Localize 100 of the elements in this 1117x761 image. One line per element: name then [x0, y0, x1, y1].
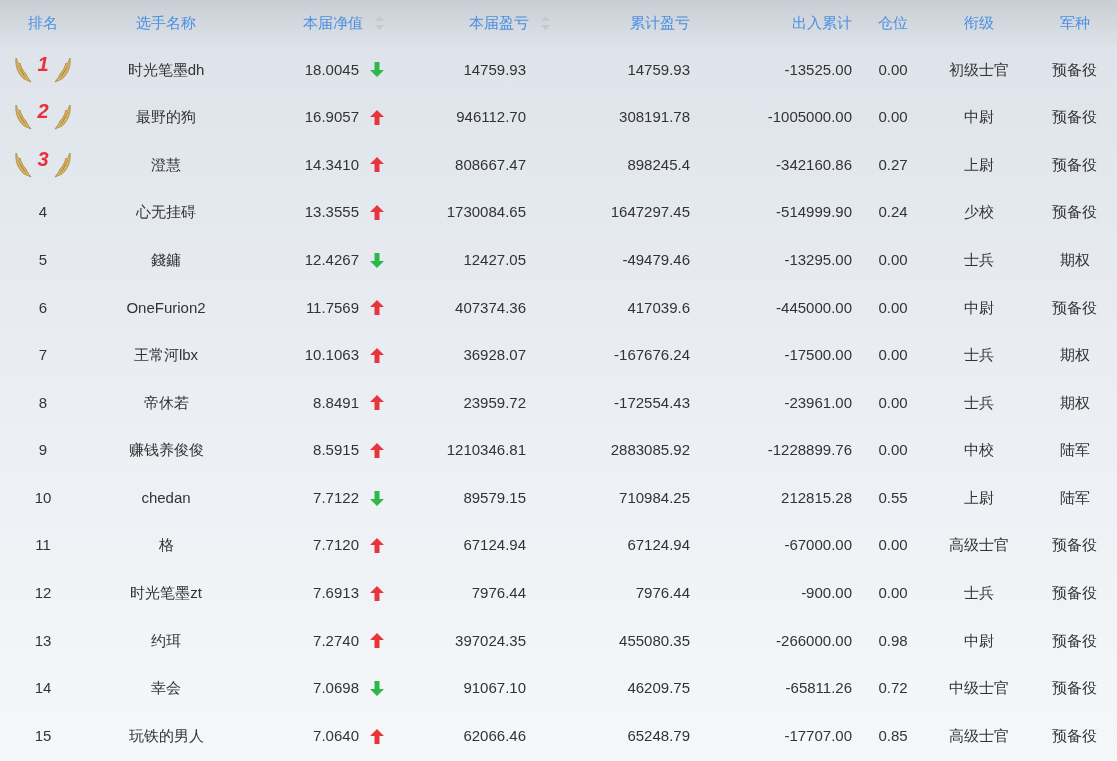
table-cell-text: 预备役 [1052, 297, 1097, 318]
table-cell-text: 0.00 [878, 583, 908, 604]
wing-icon [15, 56, 33, 83]
table-cell-text: 中尉 [964, 107, 994, 128]
table-cell-text: 期权 [1059, 392, 1090, 413]
table-cell-text: -445000.00 [776, 297, 852, 318]
table-cell-text: 预备役 [1052, 535, 1097, 556]
table-cell-text: 预备役 [1052, 154, 1097, 175]
rank-number: 7 [38, 345, 48, 366]
table-cell-text: 14759.93 [627, 59, 690, 80]
rank-number: 12 [34, 583, 52, 604]
table-cell-text: -167676.24 [614, 345, 690, 366]
net-value: 12.4267 [304, 249, 359, 270]
net-value: 8.8491 [313, 392, 359, 413]
table-cell-text: 中尉 [964, 630, 994, 651]
table-cell-text: 中尉 [964, 297, 994, 318]
net-value: 7.6913 [313, 583, 359, 604]
net-value: 13.3555 [304, 202, 359, 223]
rank-number: 3 [37, 147, 49, 172]
table-cell-text: -1228899.76 [767, 440, 852, 461]
net-value: 8.5915 [313, 440, 359, 461]
table-cell-text: 308191.78 [619, 107, 690, 128]
column-header[interactable]: 本届盈亏 [469, 11, 529, 35]
table-cell-text: -49479.46 [622, 249, 690, 270]
rank-number: 10 [34, 487, 52, 508]
table-cell-text: 0.85 [878, 725, 908, 746]
rank-number: 2 [37, 99, 49, 125]
column-header: 军种 [1059, 12, 1090, 33]
table-cell-text: -266000.00 [776, 630, 852, 651]
wing-icon [53, 104, 71, 131]
net-value: 7.0640 [313, 725, 359, 746]
table-cell-text: 417039.6 [627, 297, 690, 318]
net-value: 7.2740 [313, 630, 359, 651]
net-value: 7.7122 [313, 487, 359, 508]
table-cell-text: 0.00 [878, 392, 908, 413]
table-cell-text: -17500.00 [784, 345, 852, 366]
table-cell-text: 407374.36 [455, 297, 526, 318]
table-cell-text: 808667.47 [455, 154, 526, 175]
table-cell-text: 1647297.45 [610, 202, 690, 223]
player-name: 玩铁的男人 [128, 725, 204, 746]
rank-number: 13 [34, 630, 52, 651]
column-header: 出入累计 [792, 12, 852, 33]
player-name: 最野的狗 [136, 107, 196, 128]
rank-number: 8 [38, 392, 48, 413]
table-cell-text: 士兵 [964, 249, 994, 270]
table-cell-text: 预备役 [1052, 725, 1097, 746]
table-cell-text: 士兵 [964, 392, 994, 413]
player-name: 时光笔墨zt [130, 583, 202, 604]
table-cell-text: 23959.72 [463, 392, 526, 413]
rank-number: 14 [34, 678, 52, 699]
table-cell-text: 陆军 [1059, 487, 1090, 508]
table-cell-text: 14759.93 [463, 59, 526, 80]
net-value: 11.7569 [305, 297, 359, 318]
table-cell-text: 期权 [1059, 249, 1090, 270]
table-cell-text: 0.00 [878, 297, 908, 318]
column-header[interactable]: 本届净值 [303, 11, 363, 35]
table-cell-text: -13525.00 [784, 59, 852, 80]
player-name: 帝休若 [143, 392, 189, 413]
table-cell-text: 0.55 [878, 487, 908, 508]
table-cell-text: 46209.75 [627, 678, 690, 699]
table-cell-text: 89579.15 [463, 487, 526, 508]
table-cell-text: 710984.25 [619, 487, 690, 508]
table-cell-text: 0.00 [878, 59, 908, 80]
column-header: 累计盈亏 [630, 12, 690, 33]
table-cell-text: 期权 [1059, 345, 1090, 366]
column-header: 仓位 [878, 12, 908, 33]
table-cell-text: 预备役 [1052, 630, 1097, 651]
player-name: 格 [158, 535, 174, 556]
player-name: 时光笔墨dh [127, 59, 205, 80]
table-cell-text: 0.27 [878, 154, 908, 175]
table-cell-text: 0.00 [878, 345, 908, 366]
net-value: 10.1063 [304, 345, 359, 366]
wing-icon [53, 56, 71, 83]
net-value: 7.7120 [313, 535, 359, 556]
table-cell-text: 预备役 [1052, 107, 1097, 128]
table-cell-text: 0.00 [878, 107, 908, 128]
table-cell-text: 7976.44 [471, 583, 526, 604]
table-cell-text: 397024.35 [455, 630, 526, 651]
table-cell-text: -514999.90 [776, 202, 852, 223]
table-cell-text: 高级士官 [949, 725, 1009, 746]
rank-number: 1 [37, 51, 49, 77]
wing-icon [53, 152, 71, 178]
table-cell-text: 0.72 [878, 678, 908, 699]
table-cell-text: -900.00 [801, 583, 852, 604]
table-cell-text: 0.00 [878, 249, 908, 270]
wing-icon [15, 104, 33, 131]
table-cell-text: 67124.94 [463, 535, 526, 556]
table-cell-text: 陆军 [1059, 440, 1090, 461]
table-cell-text: -65811.26 [785, 678, 852, 699]
table-cell-text: 上尉 [964, 154, 994, 175]
table-cell-text: 预备役 [1052, 583, 1097, 604]
player-name: 錢鏞 [151, 249, 181, 270]
table-cell-text: 中级士官 [949, 678, 1009, 699]
player-name: 约珥 [151, 630, 181, 651]
table-cell-text: 少校 [964, 202, 994, 223]
table-cell-text: 36928.07 [463, 345, 526, 366]
table-cell-text: 士兵 [964, 345, 994, 366]
table-cell-text: -17707.00 [784, 725, 852, 746]
table-cell-text: 65248.79 [627, 725, 690, 746]
table-cell-text: 预备役 [1052, 678, 1097, 699]
